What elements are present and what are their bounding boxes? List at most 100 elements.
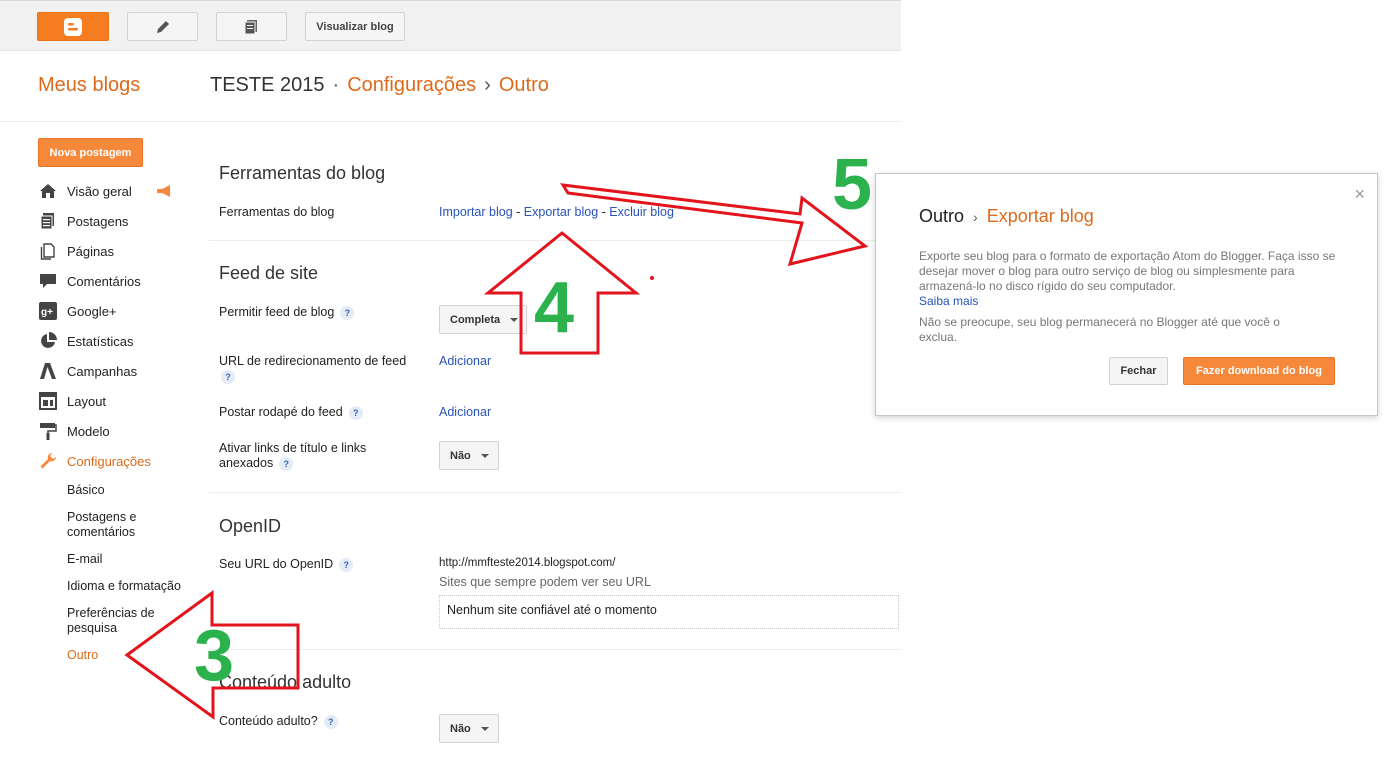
breadcrumb-settings[interactable]: Configurações [347, 74, 476, 96]
dropdown-caret-icon [480, 726, 489, 731]
blog-name[interactable]: TESTE 2015 [210, 74, 325, 96]
feed-footer-label: Postar rodapé do feed? [219, 405, 363, 420]
learn-more-link[interactable]: Saiba mais [919, 294, 978, 308]
link-separator: - [601, 205, 606, 219]
help-icon[interactable]: ? [221, 369, 235, 384]
sidebar-item-campaigns[interactable]: Campanhas [38, 360, 137, 382]
feed-redirect-text: URL de redirecionamento de feed [219, 354, 407, 368]
dialog-title: Outro › Exportar blog [919, 206, 1094, 227]
section-divider [209, 649, 901, 650]
sidebar-item-google-plus[interactable]: g+ Google+ [38, 300, 117, 322]
breadcrumb-chevron: › [484, 74, 491, 96]
comments-icon [38, 272, 58, 290]
megaphone-icon [156, 185, 174, 200]
blogger-logo-button[interactable] [37, 12, 109, 41]
sidebar-item-label: Páginas [67, 243, 114, 259]
header-divider [0, 121, 901, 122]
settings-sub-search-prefs[interactable]: Preferências de pesquisa [67, 606, 177, 636]
allow-feed-value: Completa [450, 313, 501, 326]
pencil-icon [156, 20, 169, 33]
posts-icon [38, 212, 58, 230]
home-icon [38, 182, 58, 200]
section-title-site-feed: Feed de site [219, 263, 319, 283]
breadcrumb-dot: · [332, 74, 340, 96]
blogger-icon [64, 17, 82, 36]
help-icon[interactable]: ? [323, 714, 338, 729]
title-links-label: Ativar links de título e links anexados? [219, 441, 409, 471]
title-links-dropdown[interactable]: Não [439, 441, 499, 470]
settings-sub-basic[interactable]: Básico [67, 483, 105, 498]
breadcrumb-other: Outro [498, 74, 549, 96]
sidebar-item-comments[interactable]: Comentários [38, 270, 141, 292]
my-blogs-link[interactable]: Meus blogs [38, 74, 140, 97]
top-toolbar: Visualizar blog [0, 0, 901, 51]
allow-feed-dropdown[interactable]: Completa [439, 305, 527, 334]
sidebar-item-overview[interactable]: Visão geral [38, 180, 132, 202]
pages-icon [38, 242, 58, 260]
step-5-number: 5 [832, 145, 873, 225]
new-post-button[interactable]: Nova postagem [38, 138, 143, 167]
paint-roller-icon [38, 422, 58, 440]
feed-footer-add-link[interactable]: Adicionar [439, 405, 491, 419]
documents-icon [244, 19, 257, 34]
new-post-pencil-button[interactable] [127, 12, 198, 41]
sidebar-item-label: Postagens [67, 213, 129, 229]
trusted-sites-label: Sites que sempre podem ver seu URL [439, 575, 651, 589]
feed-footer-text: Postar rodapé do feed [219, 405, 343, 419]
dropdown-caret-icon [480, 453, 489, 458]
right-arrow-annotation [560, 183, 869, 267]
title-links-value: Não [450, 449, 471, 462]
sidebar-item-layout[interactable]: Layout [38, 390, 106, 412]
section-title-adult-content: Conteúdo adulto [219, 672, 352, 692]
adult-content-text: Conteúdo adulto? [219, 714, 318, 728]
adult-content-value: Não [450, 722, 471, 735]
delete-blog-link[interactable]: Excluir blog [609, 205, 674, 219]
blog-tools-links: Importar blog - Exportar blog - Excluir … [439, 205, 674, 219]
google-plus-icon: g+ [38, 302, 58, 320]
sidebar-item-settings[interactable]: Configurações [38, 450, 151, 472]
settings-sub-language[interactable]: Idioma e formatação [67, 579, 181, 594]
link-separator: - [516, 205, 521, 219]
adult-content-label: Conteúdo adulto?? [219, 714, 338, 729]
sidebar-item-label: Comentários [67, 273, 141, 289]
close-icon[interactable]: × [1354, 184, 1365, 205]
sidebar-item-label: Modelo [67, 423, 110, 439]
allow-feed-label: Permitir feed de blog? [219, 305, 355, 320]
dropdown-caret-icon [510, 317, 519, 322]
sidebar-item-template[interactable]: Modelo [38, 420, 110, 442]
import-blog-link[interactable]: Importar blog [439, 205, 513, 219]
sidebar-item-label: Google+ [67, 303, 117, 319]
allow-feed-text: Permitir feed de blog [219, 305, 335, 319]
help-icon[interactable]: ? [348, 405, 363, 420]
sidebar-item-posts[interactable]: Postagens [38, 210, 128, 232]
dialog-description: Exporte seu blog para o formato de expor… [919, 249, 1336, 293]
view-blog-button[interactable]: Visualizar blog [305, 12, 405, 41]
settings-sub-email[interactable]: E-mail [67, 552, 102, 567]
sidebar-item-label: Campanhas [67, 363, 138, 379]
help-icon[interactable]: ? [340, 305, 355, 320]
posts-list-button[interactable] [216, 12, 287, 41]
dialog-title-chevron: › [973, 209, 978, 225]
adult-content-dropdown[interactable]: Não [439, 714, 499, 743]
svg-text:g+: g+ [41, 307, 53, 318]
sidebar-item-stats[interactable]: Estatísticas [38, 330, 133, 352]
settings-sub-other[interactable]: Outro [67, 648, 98, 663]
breadcrumb: TESTE 2015 · Configurações › Outro [210, 74, 549, 97]
dialog-close-button[interactable]: Fechar [1109, 357, 1168, 385]
sidebar-item-pages[interactable]: Páginas [38, 240, 114, 262]
export-blog-dialog: × Outro › Exportar blog Exporte seu blog p… [875, 173, 1378, 416]
help-icon[interactable]: ? [279, 456, 294, 471]
step-3-number: 3 [194, 616, 235, 696]
help-icon[interactable]: ? [339, 557, 354, 572]
feed-redirect-add-link[interactable]: Adicionar [439, 354, 491, 368]
openid-url-label: Seu URL do OpenID? [219, 557, 354, 572]
trusted-sites-box: Nenhum site confiável até o momento [439, 595, 899, 629]
wrench-icon [38, 452, 58, 470]
section-title-blog-tools: Ferramentas do blog [219, 163, 386, 183]
download-blog-button[interactable]: Fazer download do blog [1183, 357, 1335, 385]
settings-sub-posts-comments[interactable]: Postagens e comentários [67, 510, 177, 540]
dialog-title-main: Exportar blog [986, 206, 1094, 226]
section-divider [209, 492, 901, 493]
export-blog-link[interactable]: Exportar blog [524, 205, 598, 219]
step-4-number: 4 [534, 268, 575, 348]
